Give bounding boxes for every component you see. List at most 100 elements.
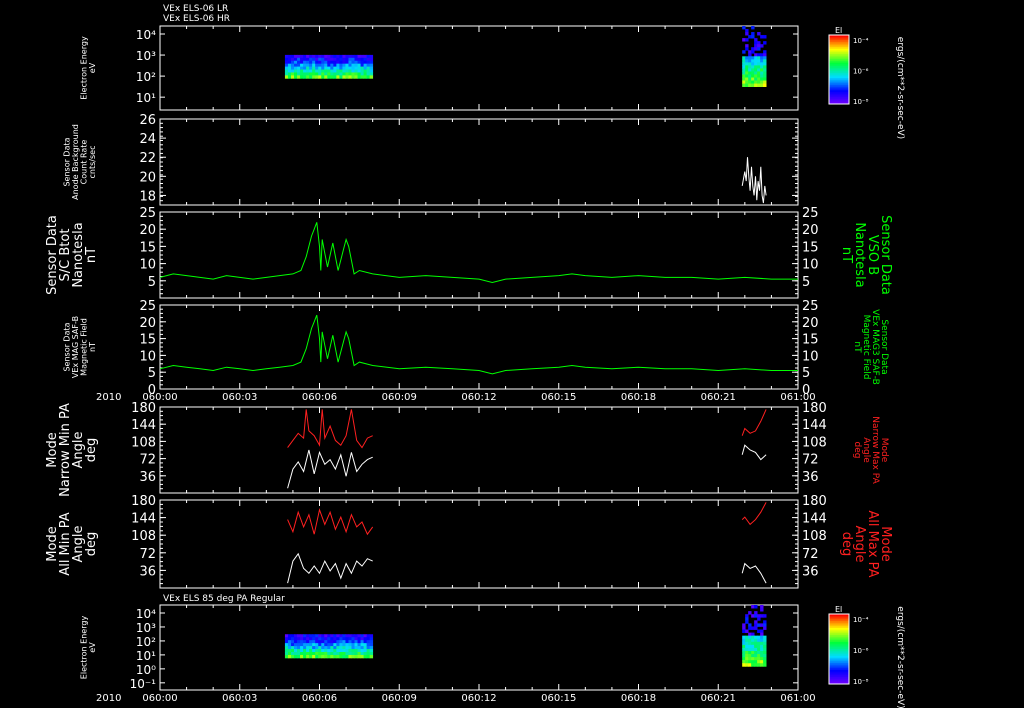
spectrogram-cell xyxy=(303,643,307,647)
spectrogram-cell xyxy=(351,69,355,73)
spectrogram-cell xyxy=(366,646,371,650)
spectrogram-cell xyxy=(763,638,767,643)
spectrogram-cell xyxy=(336,60,340,65)
spectrogram-cell xyxy=(327,637,331,641)
spectrogram-cell xyxy=(327,643,331,647)
spectrogram-cell xyxy=(315,72,319,76)
spectrogram-cell xyxy=(360,652,364,656)
spectrogram-cell xyxy=(763,71,767,75)
spectrogram-cell xyxy=(757,623,761,627)
series-line-red xyxy=(741,502,767,526)
spectrogram-cell xyxy=(284,652,289,656)
y-tick-label: 180 xyxy=(131,401,156,416)
y-label-line: cnts/sec xyxy=(88,146,97,179)
spectrogram-cell xyxy=(309,654,313,659)
spectrogram-cell xyxy=(763,635,767,640)
spectrogram-cell xyxy=(321,72,325,76)
spectrogram-cell xyxy=(290,652,295,656)
spectrogram-cell xyxy=(351,649,355,653)
spectrogram-cell xyxy=(760,644,764,649)
panel-frame xyxy=(159,118,799,206)
title-line: VEx ELS-06 HR xyxy=(163,14,230,24)
colorbar: El 10⁻⁴ 10⁻⁶ 10⁻⁸ ergs/(cm**2-sr-sec-eV) xyxy=(828,26,905,139)
spectrogram-cell xyxy=(312,637,316,641)
spectrogram-cell xyxy=(290,646,295,650)
y-axis-label: Electron Energy eV xyxy=(80,616,98,680)
x-year-label: 2010 xyxy=(96,693,121,704)
right-label-line: deg xyxy=(852,442,862,459)
y-tick-label: 108 xyxy=(131,435,156,450)
spectrogram-cell xyxy=(369,63,374,67)
spectrogram-cell xyxy=(312,646,316,650)
spectrogram-cell xyxy=(751,71,755,75)
spectrogram-cell xyxy=(351,634,355,638)
spectrogram-cell xyxy=(342,634,346,638)
spectrogram-cell xyxy=(748,611,752,615)
panel-title: VEx ELS 85 deg PA Regular xyxy=(163,594,285,604)
y-tick-label: 36 xyxy=(139,564,156,579)
spectrogram-cell xyxy=(324,75,328,79)
spectrogram-cell xyxy=(354,646,358,650)
spectrogram-cell xyxy=(294,54,298,59)
spectrogram-cell xyxy=(318,634,322,638)
spectrogram-cell xyxy=(354,60,358,65)
plot-title: VEx ELS-06 LRVEx ELS-06 HR xyxy=(163,4,230,24)
spectrogram-cell xyxy=(342,637,346,641)
spectrogram-cell xyxy=(336,69,340,73)
spectrogram-cell xyxy=(742,62,746,66)
spectrogram-cell xyxy=(321,57,325,62)
spectrogram-cell xyxy=(339,57,343,62)
y-label-line: deg xyxy=(84,532,99,557)
panel-spectrogram-bottom: 060:00 060:03 060:06 060:09 060:12 060:15 060:… xyxy=(80,594,906,708)
spectrogram-cell xyxy=(287,646,292,650)
spectrogram-cell xyxy=(327,654,331,659)
spectrogram-cell xyxy=(303,640,307,644)
panel-frame xyxy=(159,499,799,589)
spectrogram-cell xyxy=(745,74,749,78)
spectrogram-cell xyxy=(751,650,755,655)
spectrogram-cell xyxy=(366,60,371,65)
y-label-line: eV xyxy=(88,642,97,653)
spectrogram-cell xyxy=(336,652,340,656)
y-axis-label: Sensor Data Anode Background Count Rate cnt… xyxy=(63,124,98,200)
spectrogram-cell xyxy=(318,63,322,67)
spectrogram-cell xyxy=(284,649,289,653)
spectrogram-cell xyxy=(339,643,343,647)
spectrogram-cell xyxy=(330,75,334,79)
spectrogram-cell xyxy=(748,59,752,63)
spectrogram-cell xyxy=(345,652,349,656)
spectrogram-cell xyxy=(360,69,364,73)
spectrogram-cell xyxy=(290,637,295,641)
spectrogram-cell xyxy=(742,626,746,630)
spectrogram-cell xyxy=(757,68,761,72)
spectrogram-cell xyxy=(742,641,746,646)
spectrogram-cell xyxy=(348,72,352,76)
y-tick-label-right: 15 xyxy=(802,240,819,255)
spectrogram-cell xyxy=(290,640,295,644)
spectrogram-cell xyxy=(330,57,334,62)
spectrogram-cell xyxy=(748,660,752,664)
spectrogram-cell xyxy=(754,611,758,615)
spectrogram-cell xyxy=(336,649,340,653)
panel-frame xyxy=(159,211,799,299)
spectrogram-cell xyxy=(360,654,364,659)
spectrogram-cell xyxy=(300,654,304,659)
spectrogram-cell xyxy=(297,63,301,67)
spectrogram-cell xyxy=(303,57,307,62)
spectrogram-cell xyxy=(327,646,331,650)
colorbar-units-label: ergs/(cm**2-sr-sec-eV) xyxy=(895,606,905,708)
spectrogram-cell xyxy=(357,634,361,638)
spectrogram-cell xyxy=(321,634,325,638)
y-tick-label: 10⁴ xyxy=(136,28,156,42)
spectrogram-cell xyxy=(754,614,758,618)
spectrogram-cell xyxy=(366,637,371,641)
spectrogram-cell xyxy=(357,637,361,641)
spectrogram-cell xyxy=(751,77,755,81)
spectrogram-cell xyxy=(312,54,316,59)
x-tick-label: 060:18 xyxy=(621,693,656,704)
spectrogram-cell xyxy=(757,44,761,48)
spectrogram-cell xyxy=(366,69,371,73)
spectrogram-cell xyxy=(757,647,761,652)
spectrogram-cell xyxy=(306,54,310,59)
spectrogram-cell xyxy=(748,74,752,78)
